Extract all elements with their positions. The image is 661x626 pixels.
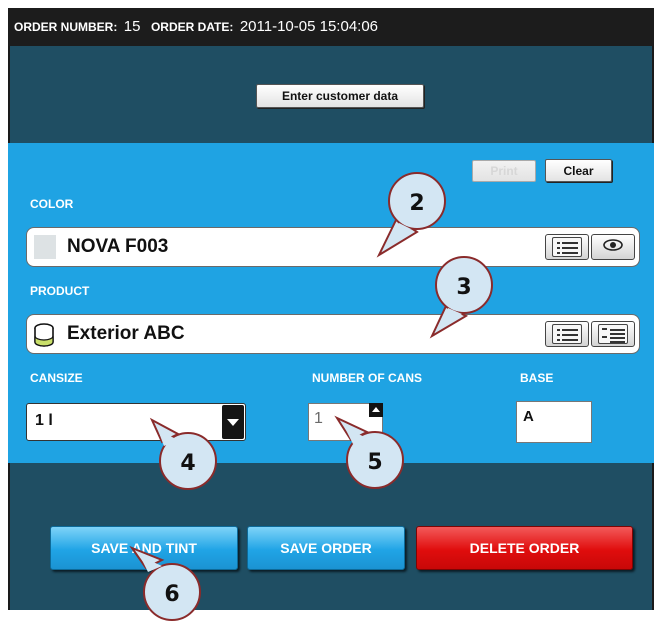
- product-list-button[interactable]: [545, 321, 589, 347]
- clear-button[interactable]: Clear: [545, 159, 612, 182]
- callout-2-label: 2: [409, 191, 424, 216]
- enter-customer-data-button[interactable]: Enter customer data: [256, 84, 424, 108]
- order-number-value: 15: [123, 18, 141, 35]
- number-of-cans-label: NUMBER OF CANS: [312, 371, 422, 385]
- delete-order-button[interactable]: DELETE ORDER: [416, 526, 633, 570]
- callout-4: 4: [148, 417, 238, 515]
- callout-3: 3: [418, 256, 508, 351]
- color-value: NOVA F003: [67, 236, 169, 257]
- list-icon: [552, 237, 582, 257]
- save-order-button[interactable]: SAVE ORDER: [247, 526, 405, 570]
- base-value: A: [523, 408, 534, 425]
- callout-3-label: 3: [456, 275, 471, 300]
- callout-6: 6: [128, 545, 218, 626]
- order-date-label: ORDER DATE:: [150, 20, 234, 34]
- callout-4-label: 4: [180, 451, 195, 476]
- product-field[interactable]: Exterior ABC: [26, 314, 640, 354]
- eye-icon: [603, 238, 623, 256]
- base-label: BASE: [520, 371, 554, 385]
- callout-5: 5: [334, 415, 425, 513]
- product-value: Exterior ABC: [67, 323, 185, 344]
- product-detail-list-button[interactable]: [591, 321, 635, 347]
- callout-6-label: 6: [164, 582, 179, 607]
- color-field[interactable]: NOVA F003: [26, 227, 640, 267]
- order-number-label: ORDER NUMBER:: [14, 20, 118, 34]
- order-info: ORDER NUMBER: 15 ORDER DATE: 2011-10-05 …: [14, 18, 384, 36]
- cansize-label: CANSIZE: [30, 371, 83, 385]
- product-label: PRODUCT: [30, 284, 90, 298]
- number-of-cans-value: 1: [314, 410, 323, 427]
- print-button[interactable]: Print: [472, 160, 536, 182]
- paint-can-icon: [33, 322, 55, 353]
- detail-list-icon: [598, 324, 628, 344]
- cansize-value: 1 l: [35, 412, 53, 429]
- callout-5-label: 5: [367, 450, 382, 475]
- base-field: A: [516, 401, 592, 443]
- color-list-button[interactable]: [545, 234, 589, 260]
- list-icon: [552, 324, 582, 344]
- color-swatch: [34, 235, 56, 259]
- color-preview-button[interactable]: [591, 234, 635, 260]
- spinner-up-icon[interactable]: [369, 403, 383, 417]
- order-date-value: 2011-10-05 15:04:06: [239, 18, 379, 35]
- color-label: COLOR: [30, 197, 74, 211]
- order-header: ORDER NUMBER: 15 ORDER DATE: 2011-10-05 …: [8, 8, 654, 46]
- callout-2: 2: [375, 171, 465, 266]
